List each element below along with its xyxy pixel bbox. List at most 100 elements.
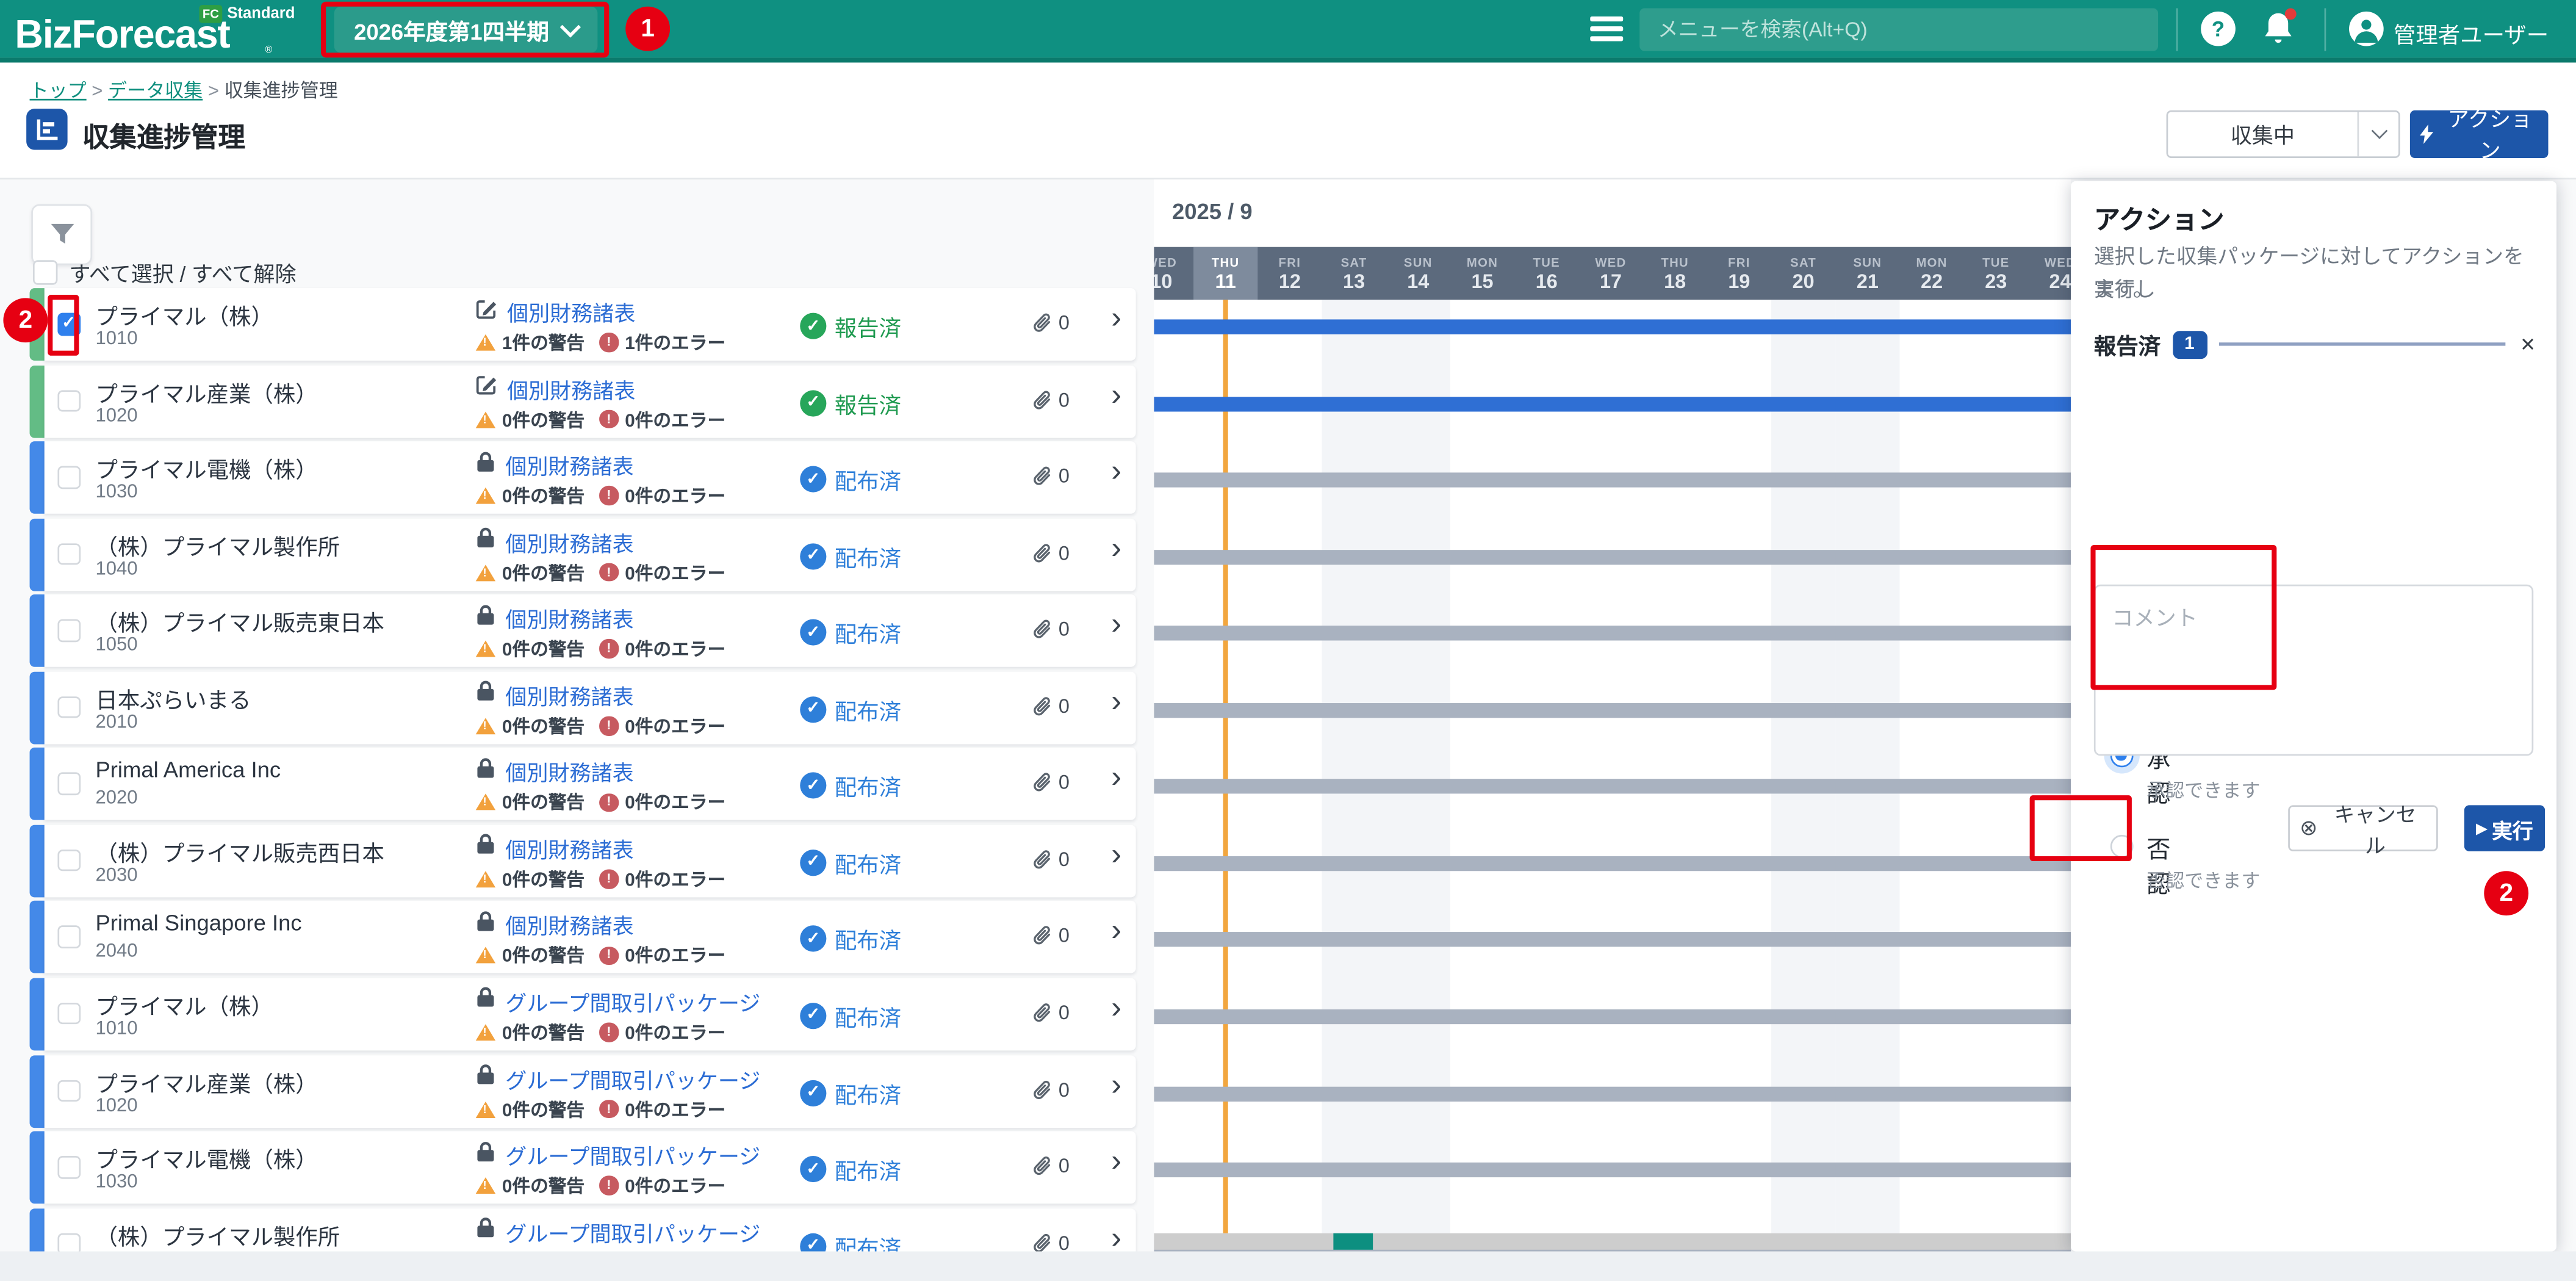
warning-icon (476, 1101, 495, 1117)
row-checkbox[interactable]: ✓ (57, 619, 79, 641)
status-label: 配布済 (835, 846, 901, 879)
attachments[interactable]: 0 (1032, 388, 1070, 411)
row-expand-chevron[interactable]: › (1111, 685, 1121, 721)
row-expand-chevron[interactable]: › (1111, 531, 1121, 567)
package-link[interactable]: 個別財務諸表 (507, 297, 635, 328)
collection-status-select[interactable]: 収集中 (2167, 109, 2400, 157)
row-checkbox[interactable]: ✓ (57, 773, 79, 795)
row-checkbox[interactable]: ✓ (57, 466, 79, 488)
error-count: 0件のエラー (625, 1096, 725, 1122)
gantt-bar (1154, 319, 2071, 334)
comment-textarea[interactable] (2094, 585, 2533, 756)
breadcrumb-link-data-collection[interactable]: データ収集 (108, 82, 203, 101)
fiscal-period-dropdown[interactable]: 2026年度第1四半期 (334, 7, 598, 53)
row-expand-chevron[interactable]: › (1111, 914, 1121, 950)
user-name-label[interactable]: 管理者ユーザー (2394, 16, 2549, 49)
attachments[interactable]: 0 (1032, 618, 1070, 641)
status-badge: ✓ 配布済 (800, 1000, 901, 1033)
package-link[interactable]: 個別財務諸表 (505, 603, 633, 634)
status-badge: ✓ 配布済 (800, 693, 901, 726)
row-checkbox[interactable]: ✓ (57, 1156, 79, 1178)
attachments[interactable]: 0 (1032, 695, 1070, 718)
package-link[interactable]: 個別財務諸表 (505, 909, 633, 940)
company-code: 2010 (95, 713, 137, 732)
package-link[interactable]: グループ間取引パッケージ (505, 1139, 760, 1171)
group-count-badge: 1 (2172, 330, 2207, 358)
package-link[interactable]: グループ間取引パッケージ (505, 986, 760, 1017)
attachments[interactable]: 0 (1032, 771, 1070, 794)
row-checkbox[interactable]: ✓ (57, 850, 79, 871)
attachments[interactable]: 0 (1032, 925, 1070, 948)
action-side-panel: アクション 選択した収集パッケージに対してアクションを実行し ます。 報告済 1… (2071, 181, 2556, 1252)
row-expand-chevron[interactable]: › (1111, 608, 1121, 644)
breadcrumb-link-top[interactable]: トップ (30, 82, 87, 101)
warning-icon (476, 794, 495, 810)
attachments[interactable]: 0 (1032, 1154, 1070, 1177)
row-status-stripe (30, 671, 45, 744)
gantt-scrollbar-thumb[interactable] (1333, 1233, 1373, 1250)
row-checkbox[interactable]: ✓ (57, 389, 79, 411)
menu-hamburger-icon[interactable] (1590, 16, 1623, 41)
package-link[interactable]: 個別財務諸表 (505, 450, 633, 481)
row-checkbox[interactable]: ✓ (57, 1080, 79, 1102)
cancel-button[interactable]: ⊗ キャンセル (2288, 805, 2438, 851)
status-check-icon: ✓ (800, 619, 826, 646)
attachments[interactable]: 0 (1032, 1078, 1070, 1101)
package-link[interactable]: 個別財務諸表 (507, 373, 635, 404)
warning-count: 0件の警告 (502, 866, 585, 892)
execute-button[interactable]: ▶ 実行 (2464, 805, 2545, 851)
select-all-label: すべて選択 / すべて解除 (69, 257, 296, 288)
select-all-checkbox[interactable] (33, 260, 57, 284)
user-avatar-icon[interactable] (2349, 12, 2384, 46)
row-card: ✓ プライマル（株） 1010 グループ間取引パッケージ (45, 978, 1136, 1050)
attachments[interactable]: 0 (1032, 464, 1070, 488)
row-checkbox[interactable]: ✓ (57, 1003, 79, 1025)
gantt-month-label: 2025 / 9 (1172, 199, 1253, 223)
notification-bell-icon[interactable] (2262, 10, 2295, 48)
attachments[interactable]: 0 (1032, 541, 1070, 565)
gantt-day-column: WED24 (2028, 247, 2071, 300)
package-link[interactable]: 個別財務諸表 (505, 756, 633, 787)
select-caret[interactable] (2358, 111, 2398, 156)
package-link[interactable]: グループ間取引パッケージ (505, 1216, 760, 1247)
attachments[interactable]: 0 (1032, 1001, 1070, 1024)
row-checkbox[interactable]: ✓ (57, 543, 79, 565)
row-expand-chevron[interactable]: › (1111, 761, 1121, 797)
page-title: 収集進捗管理 (82, 115, 245, 154)
error-count: 0件のエラー (625, 789, 725, 815)
radio-reject[interactable] (2110, 835, 2134, 858)
paperclip-icon (1032, 618, 1052, 641)
help-icon[interactable]: ? (2201, 12, 2236, 46)
row-expand-chevron[interactable]: › (1111, 838, 1121, 874)
filter-button[interactable] (31, 204, 92, 265)
error-count: 1件のエラー (625, 330, 725, 356)
collection-status-value: 収集中 (2168, 111, 2357, 156)
row-expand-chevron[interactable]: › (1111, 991, 1121, 1027)
table-row: ✓ （株）プライマル製作所 1040 個別財務諸表 (30, 518, 1136, 591)
row-expand-chevron[interactable]: › (1111, 1068, 1121, 1104)
row-checkbox[interactable]: ✓ (57, 313, 79, 335)
package-link[interactable]: 個別財務諸表 (505, 833, 633, 864)
select-all-toggle[interactable]: すべて選択 / すべて解除 (33, 257, 297, 288)
action-button[interactable]: アクション (2410, 109, 2549, 157)
row-expand-chevron[interactable]: › (1111, 455, 1121, 491)
attachments[interactable]: 0 (1032, 1231, 1070, 1254)
attachments[interactable]: 0 (1032, 311, 1070, 334)
company-name: （株）プライマル販売東日本 (95, 605, 384, 638)
row-expand-chevron[interactable]: › (1111, 301, 1121, 337)
warning-icon (476, 334, 495, 351)
attachments[interactable]: 0 (1032, 848, 1070, 871)
row-expand-chevron[interactable]: › (1111, 1144, 1121, 1180)
close-icon[interactable]: × (2520, 330, 2535, 358)
row-expand-chevron[interactable]: › (1111, 378, 1121, 414)
table-row: ✓ プライマル電機（株） 1030 個別財務諸表 (30, 441, 1136, 514)
package-link[interactable]: グループ間取引パッケージ (505, 1063, 760, 1094)
package-link[interactable]: 個別財務諸表 (505, 526, 633, 557)
package-link[interactable]: 個別財務諸表 (505, 680, 633, 711)
row-checkbox[interactable]: ✓ (57, 696, 79, 718)
menu-search-input[interactable] (1639, 8, 2158, 51)
warning-count: 0件の警告 (502, 1019, 585, 1045)
row-checkbox[interactable]: ✓ (57, 926, 79, 948)
company-name: Primal America Inc (95, 758, 281, 782)
gantt-horizontal-scrollbar[interactable] (1154, 1233, 2071, 1250)
